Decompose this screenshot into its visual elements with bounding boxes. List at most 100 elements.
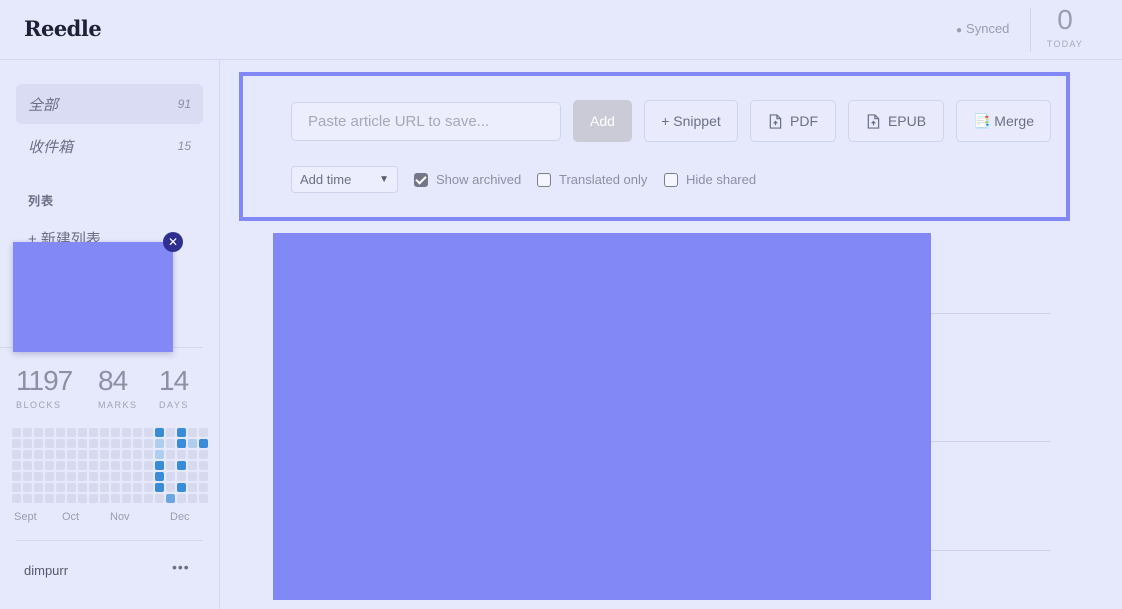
sort-select[interactable]: Add time ▼ bbox=[291, 166, 398, 193]
epub-label: EPUB bbox=[887, 113, 927, 129]
username[interactable]: dimpurr bbox=[24, 563, 68, 578]
checkbox-box[interactable] bbox=[664, 172, 678, 187]
url-input[interactable] bbox=[291, 102, 561, 141]
heatmap-cell bbox=[122, 450, 131, 459]
heatmap-cell bbox=[56, 439, 65, 448]
heatmap-cell bbox=[166, 483, 175, 492]
heatmap-cell bbox=[133, 428, 142, 437]
heatmap-cell bbox=[78, 461, 87, 470]
header-divider bbox=[1030, 8, 1031, 52]
stat-marks: 84 MARKS bbox=[98, 365, 138, 410]
heatmap-cell bbox=[67, 483, 76, 492]
sidebar-item-count: 15 bbox=[177, 139, 191, 153]
heatmap-cell bbox=[89, 450, 98, 459]
heatmap-cell bbox=[100, 483, 109, 492]
close-icon[interactable]: ✕ bbox=[163, 232, 183, 252]
heatmap-cell bbox=[177, 472, 186, 481]
heatmap-cell bbox=[23, 428, 32, 437]
stat-label: DAYS bbox=[159, 400, 189, 410]
app-logo[interactable]: Reedle bbox=[24, 16, 102, 41]
heatmap-cell bbox=[133, 450, 142, 459]
heatmap-cell bbox=[166, 461, 175, 470]
heatmap-cell bbox=[111, 472, 120, 481]
heatmap-cell bbox=[111, 483, 120, 492]
heatmap-cell bbox=[78, 472, 87, 481]
heatmap-cell bbox=[199, 483, 208, 492]
heatmap-cell bbox=[111, 450, 120, 459]
heatmap-cell bbox=[177, 461, 186, 470]
heatmap-cell bbox=[78, 428, 87, 437]
heatmap-cell bbox=[144, 494, 153, 503]
add-button[interactable]: Add bbox=[573, 100, 632, 142]
sidebar-item-all[interactable]: 全部 91 bbox=[16, 84, 203, 124]
heatmap-cell bbox=[111, 494, 120, 503]
today-label: TODAY bbox=[1046, 39, 1084, 49]
heatmap-cell bbox=[199, 428, 208, 437]
heatmap-cell bbox=[199, 472, 208, 481]
heatmap-cell bbox=[166, 439, 175, 448]
heatmap-cell bbox=[133, 439, 142, 448]
heatmap-cell bbox=[133, 483, 142, 492]
checkbox-box[interactable] bbox=[537, 172, 551, 187]
heatmap-cell bbox=[188, 439, 197, 448]
heatmap-cell bbox=[89, 494, 98, 503]
merge-button[interactable]: 📑 Merge bbox=[956, 100, 1051, 142]
stat-label: MARKS bbox=[98, 400, 138, 410]
stat-value: 84 bbox=[98, 365, 128, 396]
checkbox-label: Hide shared bbox=[686, 172, 757, 187]
heatmap-cell bbox=[122, 494, 131, 503]
heatmap-cell bbox=[188, 472, 197, 481]
stat-value: 14 bbox=[159, 365, 189, 396]
pdf-button[interactable]: PDF bbox=[750, 100, 836, 142]
heatmap-cell bbox=[78, 483, 87, 492]
heatmap-cell bbox=[56, 428, 65, 437]
heatmap-cell bbox=[34, 472, 43, 481]
month-label: Nov bbox=[110, 511, 130, 523]
heatmap-cell bbox=[188, 494, 197, 503]
heatmap-cell bbox=[23, 483, 32, 492]
heatmap-cell bbox=[122, 439, 131, 448]
heatmap-cell bbox=[23, 494, 32, 503]
heatmap-cell bbox=[166, 428, 175, 437]
heatmap-cell bbox=[155, 494, 164, 503]
heatmap-cell bbox=[199, 450, 208, 459]
heatmap-cell bbox=[34, 494, 43, 503]
heatmap-cell bbox=[133, 472, 142, 481]
checkbox-box[interactable] bbox=[414, 172, 428, 187]
list-divider bbox=[931, 313, 1051, 314]
month-label: Sept bbox=[14, 511, 37, 523]
heatmap-cell bbox=[144, 461, 153, 470]
heatmap-cell bbox=[45, 450, 54, 459]
heatmap-cell bbox=[67, 461, 76, 470]
heatmap-cell bbox=[177, 450, 186, 459]
heatmap-cell bbox=[122, 483, 131, 492]
heatmap-cell bbox=[56, 472, 65, 481]
heatmap-cell bbox=[12, 461, 21, 470]
heatmap-cell bbox=[12, 472, 21, 481]
sidebar-item-inbox[interactable]: 收件箱 15 bbox=[16, 126, 203, 166]
heatmap-cell bbox=[177, 439, 186, 448]
snippet-button[interactable]: + Snippet bbox=[644, 100, 738, 142]
heatmap-cell bbox=[111, 428, 120, 437]
status-dot-icon: ● bbox=[956, 25, 963, 36]
more-icon[interactable]: ••• bbox=[172, 559, 190, 575]
heatmap-cell bbox=[56, 461, 65, 470]
heatmap-cell bbox=[100, 450, 109, 459]
stat-value: 1197 bbox=[16, 365, 73, 396]
heatmap-cell bbox=[45, 483, 54, 492]
checkbox-label: Show archived bbox=[436, 172, 522, 187]
heatmap-cell bbox=[100, 439, 109, 448]
heatmap-cell bbox=[12, 450, 21, 459]
show-archived-checkbox[interactable]: Show archived bbox=[414, 172, 521, 187]
hide-shared-checkbox[interactable]: Hide shared bbox=[664, 172, 756, 187]
translated-only-checkbox[interactable]: Translated only bbox=[537, 172, 647, 187]
chevron-down-icon: ▼ bbox=[379, 174, 389, 185]
sort-select-value: Add time bbox=[300, 172, 352, 187]
sync-status: ● Synced bbox=[956, 21, 1009, 36]
heatmap-cell bbox=[166, 472, 175, 481]
sidebar-divider bbox=[16, 540, 203, 541]
epub-button[interactable]: EPUB bbox=[848, 100, 944, 142]
activity-heatmap bbox=[12, 428, 208, 503]
heatmap-cell bbox=[199, 494, 208, 503]
heatmap-cell bbox=[144, 472, 153, 481]
